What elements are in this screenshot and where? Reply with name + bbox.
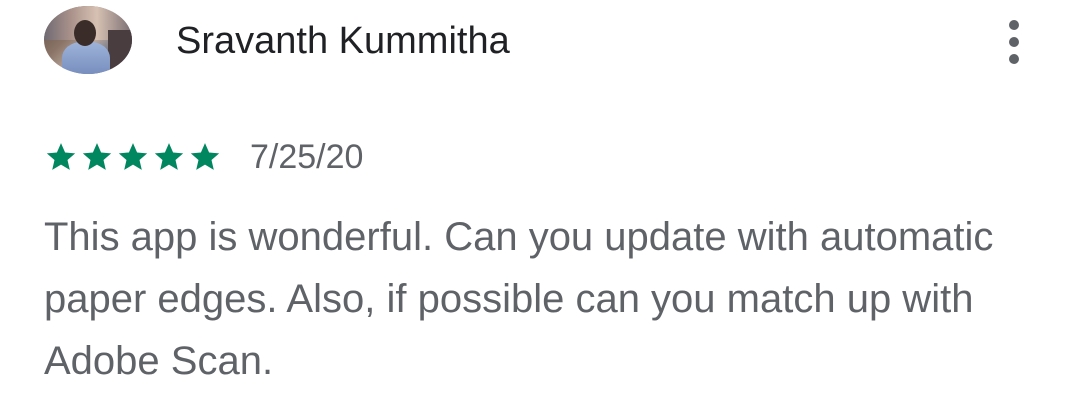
star-icon bbox=[118, 143, 148, 170]
avatar-shadow bbox=[108, 30, 132, 74]
star-icon bbox=[190, 143, 220, 170]
more-vert-icon-dot bbox=[1009, 54, 1019, 64]
review-date: 7/25/20 bbox=[250, 138, 364, 176]
avatar-head bbox=[74, 20, 96, 46]
star-icon bbox=[82, 143, 112, 170]
more-vert-icon-dot bbox=[1009, 37, 1019, 47]
review-text: This app is wonderful. Can you update wi… bbox=[44, 215, 994, 383]
avatar[interactable] bbox=[44, 6, 132, 74]
author-name: Sravanth Kummitha bbox=[176, 20, 510, 62]
review-card: Sravanth Kummitha 7/25/20 This app is wo… bbox=[0, 0, 1080, 400]
more-options-button[interactable] bbox=[996, 18, 1032, 66]
avatar-body bbox=[62, 42, 110, 74]
star-icon bbox=[46, 143, 76, 170]
star-rating bbox=[44, 140, 224, 174]
more-vert-icon-dot bbox=[1009, 20, 1019, 30]
rating-row: 7/25/20 bbox=[44, 134, 363, 180]
star-icon bbox=[154, 143, 184, 170]
